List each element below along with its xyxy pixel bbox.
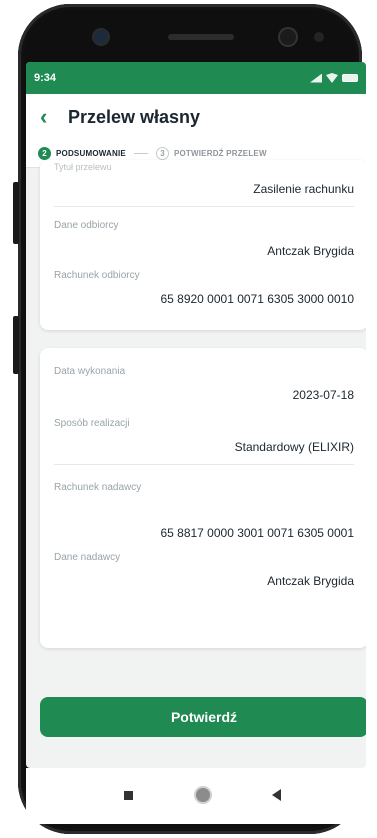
sender-account-label: Rachunek nadawcy xyxy=(54,482,142,493)
circle-icon[interactable] xyxy=(196,788,210,802)
recipient-label: Dane odbiorcy xyxy=(54,220,119,231)
confirm-button[interactable]: Potwierdź xyxy=(40,697,366,737)
date-label: Data wykonania xyxy=(54,366,126,377)
step-2-label: PODSUMOWANIE xyxy=(56,149,126,158)
sender-label: Dane nadawcy xyxy=(54,552,121,563)
date-value: 2023-07-18 xyxy=(292,388,354,402)
wifi-icon xyxy=(326,73,338,83)
chevron-left-icon[interactable]: ‹ xyxy=(40,106,64,128)
sender-account-value: 65 8817 0000 3001 0071 6305 0001 xyxy=(160,526,354,540)
volume-button xyxy=(13,182,19,244)
top-bezel xyxy=(18,4,362,64)
divider xyxy=(54,206,354,207)
step-2-indicator: 2 xyxy=(38,147,51,160)
sensor-icon xyxy=(280,29,296,45)
signal-icon xyxy=(310,73,322,83)
sensor-icon xyxy=(314,32,324,42)
front-camera-icon xyxy=(94,30,108,44)
page-title: Przelew własny xyxy=(68,106,201,127)
app-screen: 9:34 ‹ Przelew własny 2 PODSUMOWANIE 3 P… xyxy=(26,62,366,768)
recipient-value: Antczak Brygida xyxy=(267,244,354,258)
step-connector xyxy=(133,153,148,154)
status-icons xyxy=(310,73,358,83)
status-time: 9:34 xyxy=(34,72,57,84)
summary-content: Tytuł przelewu Zasilenie rachunku Dane o… xyxy=(26,160,366,768)
battery-icon xyxy=(342,74,358,82)
triangle-back-icon[interactable] xyxy=(272,789,281,801)
transfer-details-card: Tytuł przelewu Zasilenie rachunku Dane o… xyxy=(40,160,366,330)
title-label: Tytuł przelewu xyxy=(54,162,112,172)
recipient-account-value: 65 8920 0001 0071 6305 3000 0010 xyxy=(160,292,354,306)
execution-details-card: Data wykonania 2023-07-18 Sposób realiza… xyxy=(40,348,366,648)
power-button xyxy=(13,316,19,374)
status-bar: 9:34 xyxy=(26,62,366,94)
title-value: Zasilenie rachunku xyxy=(253,182,354,196)
mode-label: Sposób realizacji xyxy=(54,418,130,429)
mode-value: Standardowy (ELIXIR) xyxy=(234,440,354,454)
step-3-indicator: 3 xyxy=(155,147,169,160)
step-3-label: POTWIERDŹ PRZELEW xyxy=(173,149,267,158)
square-icon[interactable] xyxy=(124,791,133,800)
android-nav-bar xyxy=(26,768,366,824)
header: ‹ Przelew własny xyxy=(26,94,366,140)
divider xyxy=(54,464,354,465)
recipient-account-label: Rachunek odbiorcy xyxy=(54,270,140,281)
speaker-grille xyxy=(168,34,234,40)
sender-value: Antczak Brygida xyxy=(267,574,354,588)
